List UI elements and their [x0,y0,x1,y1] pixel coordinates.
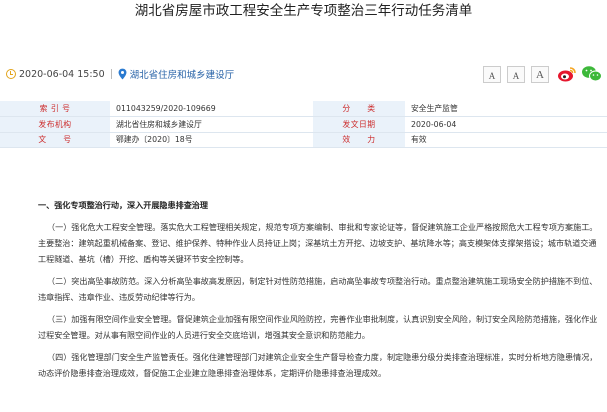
font-medium-button[interactable]: A [507,66,525,83]
validity-label: 效 力 [313,132,405,148]
index-value: 011043259/2020-109669 [110,101,313,117]
index-label: 索 引 号 [0,101,110,117]
document-info-table: 索 引 号 011043259/2020-109669 分 类 安全生产监管 发… [0,101,607,148]
section-heading: 一、强化专项整治行动，深入开展隐患排查治理 [38,200,208,210]
divider [110,69,112,79]
wechat-icon[interactable] [581,65,603,83]
issue-date-label: 发文日期 [313,116,405,133]
table-row: 文 号 鄂建办〔2020〕18号 效 力 有效 [0,132,607,148]
doc-number-label: 文 号 [0,132,110,148]
paragraph: （一）强化危大工程安全管理。落实危大工程管理相关规定，规范专项方案编制、审批和专… [38,222,598,264]
paragraph: （二）突出高坠事故防范。深入分析高坠事故高发原因，制定针对性防范措施，启动高坠事… [38,276,598,302]
share-icons [557,65,603,83]
publish-info: 2020-06-04 15:50 湖北省住房和城乡建设厅 [6,67,234,81]
weibo-icon[interactable] [557,65,577,83]
doc-number-value: 鄂建办〔2020〕18号 [110,132,313,148]
category-label: 分 类 [313,101,405,117]
meta-bar: 2020-06-04 15:50 湖北省住房和城乡建设厅 A A A [0,62,607,88]
article-body: 一、强化专项整治行动，深入开展隐患排查治理 （一）强化危大工程安全管理。落实危大… [38,198,604,388]
publisher-value: 湖北省住房和城乡建设厅 [110,116,313,133]
font-large-button[interactable]: A [531,66,549,83]
publisher-label: 发布机构 [0,116,110,133]
category-value: 安全生产监管 [405,101,607,117]
source-link[interactable]: 湖北省住房和城乡建设厅 [130,67,235,81]
page-title: 湖北省房屋市政工程安全生产专项整治三年行动任务清单 [134,3,473,19]
paragraph: （四）强化管理部门安全生产监管责任。强化住建管理部门对建筑企业安全生产督导检查力… [38,352,598,379]
paragraph: （三）加强有限空间作业安全管理。督促建筑企业加强有限空间作业风险防控，完善作业审… [38,314,598,341]
clock-icon [6,69,16,79]
font-size-controls: A A A [483,66,555,83]
issue-date-value: 2020-06-04 [405,116,607,133]
table-row: 索 引 号 011043259/2020-109669 分 类 安全生产监管 [0,101,607,117]
table-row: 发布机构 湖北省住房和城乡建设厅 发文日期 2020-06-04 [0,116,607,133]
publish-date: 2020-06-04 15:50 [19,68,105,80]
location-pin-icon [118,68,127,80]
validity-value: 有效 [405,132,607,148]
font-small-button[interactable]: A [483,66,501,83]
